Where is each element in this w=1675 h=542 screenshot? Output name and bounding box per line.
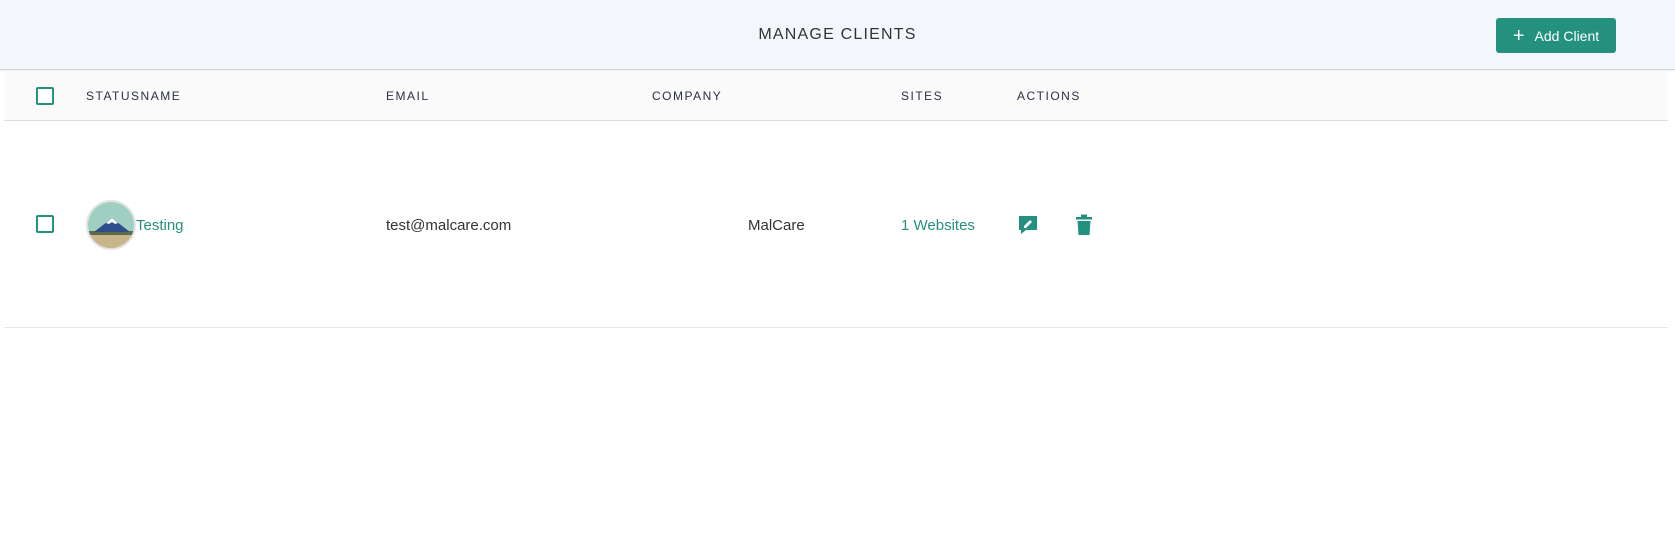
trash-icon[interactable] bbox=[1071, 212, 1097, 238]
client-email: test@malcare.com bbox=[386, 216, 512, 234]
add-client-label: Add Client bbox=[1534, 27, 1600, 44]
column-header-company[interactable]: COMPANY bbox=[652, 71, 722, 121]
column-header-actions: ACTIONS bbox=[1017, 89, 1081, 103]
page-title: MANAGE CLIENTS bbox=[758, 26, 917, 43]
client-sites-link[interactable]: 1 Websites bbox=[901, 122, 975, 328]
edit-message-icon[interactable] bbox=[1015, 212, 1041, 238]
select-all-checkbox[interactable] bbox=[36, 87, 54, 105]
row-checkbox[interactable] bbox=[36, 215, 54, 233]
add-client-button[interactable]: + Add Client bbox=[1496, 18, 1616, 53]
column-header-email[interactable]: EMAIL bbox=[386, 71, 430, 121]
page-header: MANAGE CLIENTS + Add Client bbox=[0, 0, 1675, 70]
client-name-cell: Testing bbox=[86, 122, 184, 328]
plus-icon: + bbox=[1512, 24, 1525, 47]
column-header-sites[interactable]: SITES bbox=[901, 71, 943, 121]
client-company: MalCare bbox=[748, 216, 805, 234]
column-header-statusname[interactable]: STATUSNAME bbox=[86, 71, 181, 121]
table-row: Testing test@malcare.com MalCare 1 Websi… bbox=[4, 122, 1668, 328]
table-header: STATUSNAME EMAIL COMPANY SITES ACTIONS bbox=[4, 71, 1668, 121]
mountain-avatar-icon bbox=[86, 200, 136, 250]
client-name-link[interactable]: Testing bbox=[136, 217, 184, 234]
actions-cell bbox=[1015, 122, 1097, 328]
